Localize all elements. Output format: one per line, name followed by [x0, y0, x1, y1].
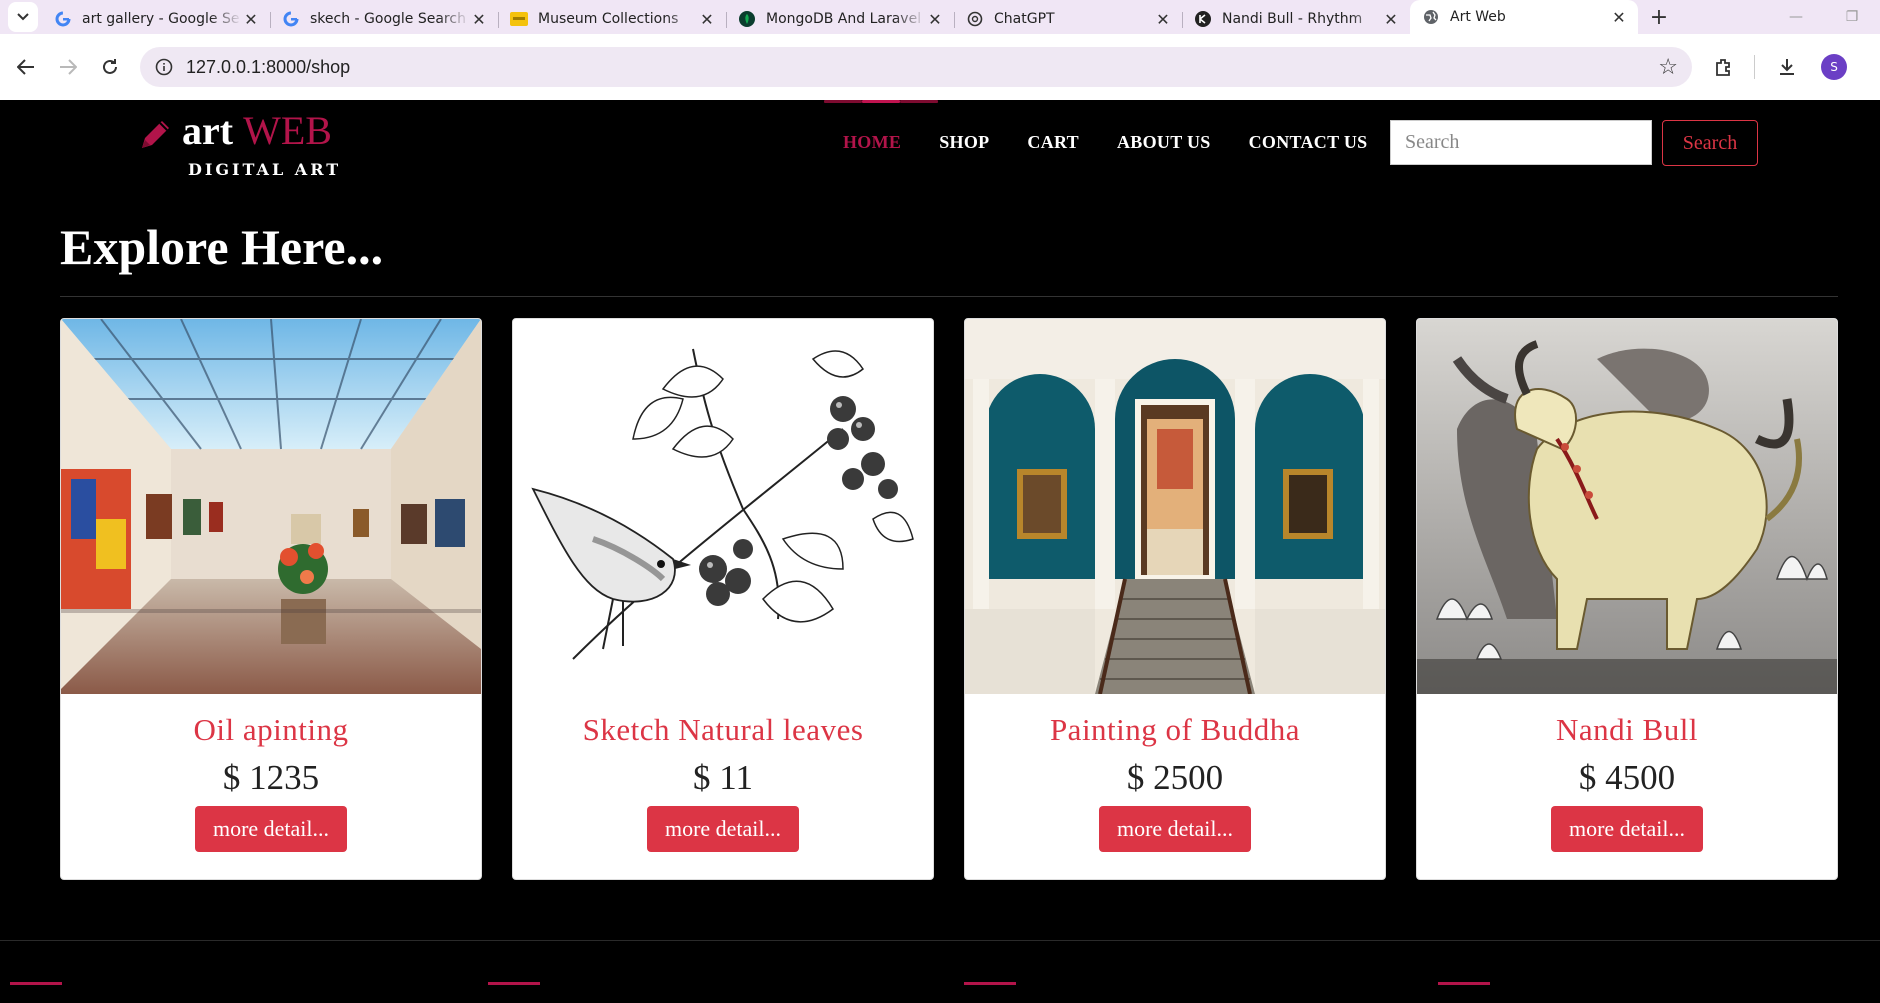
footer-accent: [964, 982, 1016, 985]
close-icon[interactable]: ✕: [470, 10, 488, 29]
close-icon[interactable]: ✕: [926, 10, 944, 29]
nav-contact-us[interactable]: CONTACT US: [1230, 100, 1387, 184]
product-price: $ 1235: [222, 758, 320, 797]
more-detail-button[interactable]: more detail...: [646, 806, 800, 852]
browser-tab[interactable]: Museum Collections ✕: [498, 4, 726, 34]
site-header: art WEB DIGITAL ART HOME SHOP CART ABOUT…: [0, 100, 1880, 184]
nav-shop[interactable]: SHOP: [920, 100, 1008, 184]
more-detail-button[interactable]: more detail...: [194, 806, 348, 852]
globe-icon: [1422, 8, 1440, 26]
back-button[interactable]: [8, 49, 44, 85]
logo-tagline: DIGITAL ART: [188, 160, 342, 179]
museum-icon: [510, 10, 528, 28]
gallery-hall-image[interactable]: [61, 319, 481, 694]
logo-word-art: art: [182, 108, 234, 153]
tab-search-button[interactable]: [8, 2, 38, 32]
restore-icon[interactable]: ❐: [1824, 0, 1880, 34]
extensions-icon[interactable]: [1706, 49, 1742, 85]
arrow-right-icon: [60, 59, 77, 75]
close-icon[interactable]: ✕: [698, 10, 716, 29]
close-icon[interactable]: ✕: [242, 10, 260, 29]
url-text[interactable]: 127.0.0.1:8000/shop: [186, 57, 1658, 78]
product-card: Oil apinting $ 1235 more detail...: [60, 318, 482, 880]
product-card: Nandi Bull $ 4500 more detail...: [1416, 318, 1838, 880]
google-icon: [282, 10, 300, 28]
browser-toolbar: 127.0.0.1:8000/shop ☆ S: [0, 34, 1880, 100]
rhythm-icon: [1194, 10, 1212, 28]
title-divider: [60, 296, 1838, 297]
tab-title: skech - Google Search: [310, 11, 466, 27]
bird-sketch-image[interactable]: [513, 319, 933, 694]
tab-title: MongoDB And Laravel: [766, 11, 922, 27]
nandi-bull-image[interactable]: [1417, 319, 1837, 694]
new-tab-button[interactable]: +: [1642, 2, 1676, 32]
close-icon[interactable]: ✕: [1154, 10, 1172, 29]
tab-title: Nandi Bull - Rhythm: [1222, 11, 1363, 27]
arrow-left-icon: [17, 59, 34, 75]
main-nav: HOME SHOP CART ABOUT US CONTACT US: [824, 100, 1386, 184]
product-title: Oil apinting: [193, 712, 349, 747]
search-input[interactable]: Search: [1390, 120, 1652, 165]
search-button[interactable]: Search: [1662, 120, 1758, 166]
nav-home[interactable]: HOME: [824, 100, 920, 184]
google-icon: [54, 10, 72, 28]
product-title: Painting of Buddha: [1049, 712, 1301, 747]
chevron-down-icon: [17, 13, 29, 21]
product-card: Sketch Natural leaves $ 11 more detail..…: [512, 318, 934, 880]
browser-tab[interactable]: skech - Google Search ✕: [270, 4, 498, 34]
product-price: $ 11: [693, 758, 753, 797]
reload-button[interactable]: [92, 49, 128, 85]
nav-about-us[interactable]: ABOUT US: [1098, 100, 1230, 184]
pencil-icon: [138, 116, 174, 156]
more-detail-button[interactable]: more detail...: [1098, 806, 1252, 852]
product-title: Sketch Natural leaves: [582, 712, 864, 747]
chatgpt-icon: [966, 10, 984, 28]
footer-accent: [488, 982, 540, 985]
logo-word-web: WEB: [243, 108, 332, 153]
browser-tab-active[interactable]: Art Web ✕: [1410, 0, 1638, 34]
browser-tab[interactable]: MongoDB And Laravel ✕: [726, 4, 954, 34]
product-price: $ 2500: [1126, 758, 1224, 797]
forward-button[interactable]: [50, 49, 86, 85]
browser-tab[interactable]: art gallery - Google Se ✕: [42, 4, 270, 34]
close-icon[interactable]: ✕: [1382, 10, 1400, 29]
footer-accent: [10, 982, 62, 985]
profile-avatar[interactable]: S: [1821, 54, 1847, 80]
more-detail-button[interactable]: more detail...: [1550, 806, 1704, 852]
tab-title: art gallery - Google Se: [82, 11, 240, 27]
nav-cart[interactable]: CART: [1008, 100, 1098, 184]
footer-accent: [1438, 982, 1490, 985]
browser-tab[interactable]: Nandi Bull - Rhythm ✕: [1182, 4, 1410, 34]
product-card: Painting of Buddha $ 2500 more detail...: [964, 318, 1386, 880]
museum-room-image[interactable]: [965, 319, 1385, 694]
logo-text: art WEB: [182, 108, 332, 154]
toolbar-divider: [1754, 55, 1755, 79]
tab-title: Art Web: [1450, 9, 1506, 25]
browser-tab[interactable]: ChatGPT ✕: [954, 4, 1182, 34]
browser-tabstrip: art gallery - Google Se ✕ skech - Google…: [0, 0, 1880, 34]
reload-icon: [103, 59, 117, 74]
product-grid: Oil apinting $ 1235 more detail... Sketc…: [60, 318, 1838, 880]
tab-title: Museum Collections: [538, 11, 679, 27]
product-title: Nandi Bull: [1556, 712, 1698, 747]
download-icon[interactable]: [1769, 49, 1805, 85]
site-info-icon[interactable]: [154, 57, 174, 77]
mongodb-icon: [738, 10, 756, 28]
address-bar[interactable]: 127.0.0.1:8000/shop ☆: [140, 47, 1692, 87]
footer-divider: [0, 940, 1880, 941]
tab-title: ChatGPT: [994, 11, 1055, 27]
bookmark-star-icon[interactable]: ☆: [1658, 55, 1678, 80]
close-icon[interactable]: ✕: [1610, 8, 1628, 27]
product-price: $ 4500: [1578, 758, 1676, 797]
website-viewport: art WEB DIGITAL ART HOME SHOP CART ABOUT…: [0, 100, 1880, 1003]
site-logo[interactable]: art WEB DIGITAL ART: [138, 108, 338, 179]
page-title: Explore Here...: [60, 219, 384, 275]
minimize-icon[interactable]: —: [1768, 0, 1824, 34]
window-controls: — ❐: [1768, 0, 1880, 34]
